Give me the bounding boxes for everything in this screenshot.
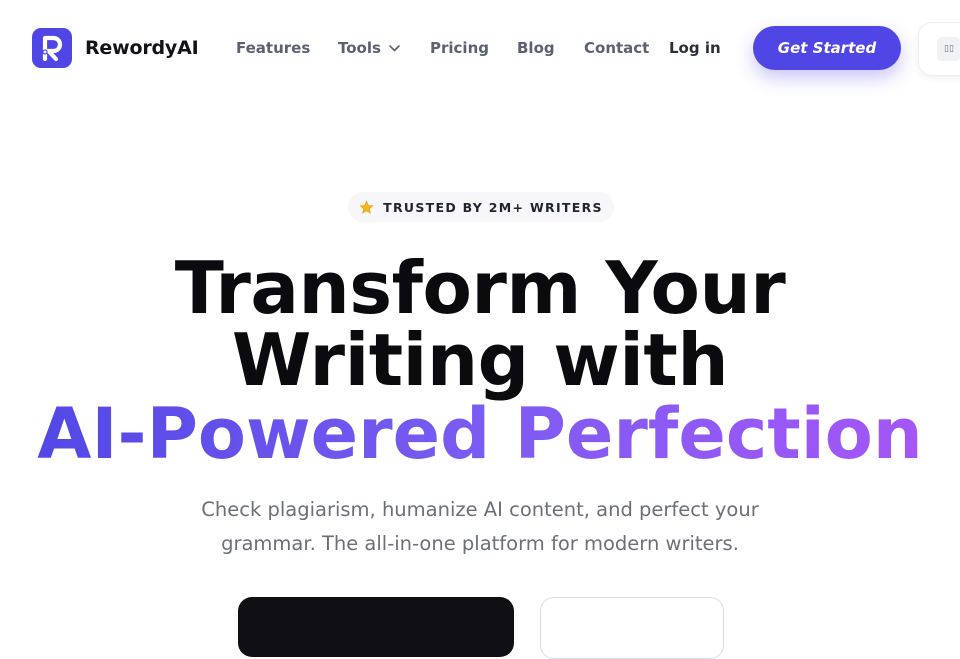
- nav-link-pricing[interactable]: Pricing: [430, 39, 489, 57]
- nav-tools-dropdown[interactable]: Tools: [338, 39, 400, 57]
- nav-link-blog[interactable]: Blog: [517, 39, 555, 57]
- letter-r-logo-icon: [32, 28, 72, 68]
- trust-badge-text: TRUSTED BY 2M+ WRITERS: [383, 199, 603, 215]
- hero-headline: Transform Your Writing with AI-Powered P…: [0, 252, 960, 470]
- chevron-down-icon: [389, 44, 400, 52]
- brand-logo[interactable]: RewordyAI: [32, 28, 199, 68]
- hero-subtitle: Check plagiarism, humanize AI content, a…: [201, 498, 759, 555]
- nav-link-contact[interactable]: Contact: [584, 39, 649, 57]
- language-switcher[interactable]: ▯▯: [918, 22, 960, 76]
- hero-title-highlight: AI-Powered Perfection: [0, 398, 960, 470]
- nav-link-features[interactable]: Features: [236, 39, 310, 57]
- hero-title-line-1: Transform Your: [174, 246, 786, 330]
- star-icon: [359, 199, 374, 215]
- top-navigation: RewordyAI Features Tools Pricing Blog Co…: [0, 0, 960, 96]
- login-link[interactable]: Log in: [669, 39, 721, 57]
- trust-badge: TRUSTED BY 2M+ WRITERS: [348, 192, 614, 222]
- brand-name: RewordyAI: [85, 37, 199, 59]
- flag-icon: ▯▯: [937, 37, 960, 61]
- nav-tools-label: Tools: [338, 39, 381, 57]
- hero-title-line-2: Writing with: [231, 318, 729, 402]
- get-started-button[interactable]: Get Started: [753, 26, 901, 70]
- hero-primary-button[interactable]: [238, 597, 514, 657]
- hero-secondary-button[interactable]: [540, 597, 724, 659]
